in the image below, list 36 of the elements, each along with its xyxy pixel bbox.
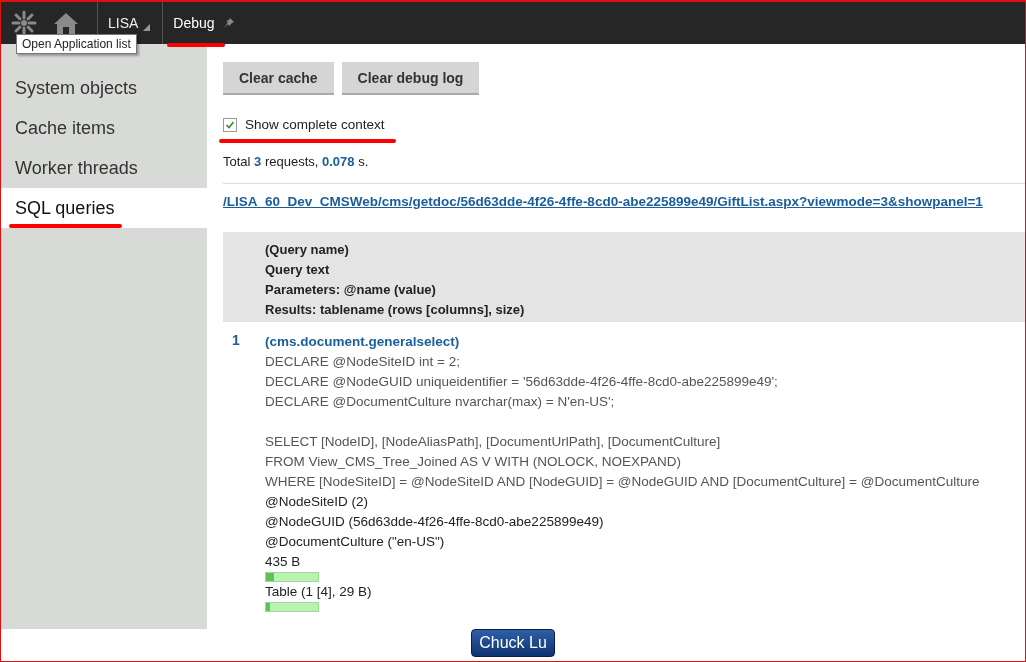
request-link[interactable]: /LISA_60_Dev_CMSWeb/cms/getdoc/56d63dde-4f26-4ffe-8cd0-abe225899e49/GiftList.aspx?viewmode=3&showpanel=1: [223, 194, 983, 209]
action-button[interactable]: Clear cache: [223, 62, 334, 95]
checkbox-label[interactable]: Show complete context: [245, 117, 385, 132]
parameter-text: @NodeGUID (56d63dde-4f26-4ffe-8cd0-abe225899e49): [265, 513, 605, 531]
checkbox[interactable]: [223, 117, 237, 132]
query-text-line: DECLARE @NodeSiteID int = 2;: [265, 353, 461, 371]
tooltip: Open Application list: [16, 34, 137, 54]
row-number: 1: [231, 332, 241, 350]
caret-icon: [143, 24, 151, 31]
site-selector[interactable]: LISA: [98, 15, 163, 31]
query-text-line: DECLARE @DocumentCulture nvarchar(max) = N'en-US';: [265, 393, 616, 411]
parameter-text: @NodeSiteID (2): [265, 493, 369, 511]
home-icon[interactable]: [53, 11, 79, 35]
sidebar-item[interactable]: Worker threads: [1, 148, 207, 188]
column-heading: Results: tablename (rows [columns], size): [265, 301, 526, 319]
pin-icon[interactable]: [222, 17, 235, 29]
debug-tab[interactable]: Debug: [173, 15, 215, 31]
query-name: (cms.document.generalselect): [265, 333, 461, 351]
query-text-line: WHERE [NodeSiteID] = @NodeSiteID AND [NodeGUID] = @NodeGUID AND [DocumentCulture] = @DocumentCulture: [265, 473, 980, 491]
action-button[interactable]: Clear debug log: [341, 62, 480, 95]
sidebar-item[interactable]: System objects: [1, 68, 207, 108]
query-text-line: FROM View_CMS_Tree_Joined AS V WITH (NOLOCK, NOEXPAND): [265, 453, 683, 471]
result-text: Table (1 [4], 29 B): [265, 583, 373, 601]
sidebar-item[interactable]: SQL queries: [1, 188, 207, 228]
gear-icon[interactable]: [11, 10, 37, 36]
query-text-line: DECLARE @NodeGUID uniqueidentifier = '56d63dde-4f26-4ffe-8cd0-abe225899e49';: [265, 373, 779, 391]
user-button[interactable]: Chuck Lu: [471, 629, 555, 657]
column-heading: Parameters: @name (value): [265, 281, 437, 299]
summary-text: Total 3 requests, 0.078 s.: [223, 154, 370, 169]
sidebar-item[interactable]: Cache items: [1, 108, 207, 148]
parameter-text: @DocumentCulture ("en-US"): [265, 533, 446, 551]
column-heading: (Query name): [265, 241, 350, 259]
annotation-underline: [167, 43, 226, 47]
column-heading: Query text: [265, 261, 331, 279]
query-text-line: SELECT [NodeID], [NodeAliasPath], [DocumentUrlPath], [DocumentCulture]: [265, 433, 722, 451]
result-text: 435 B: [265, 553, 302, 571]
